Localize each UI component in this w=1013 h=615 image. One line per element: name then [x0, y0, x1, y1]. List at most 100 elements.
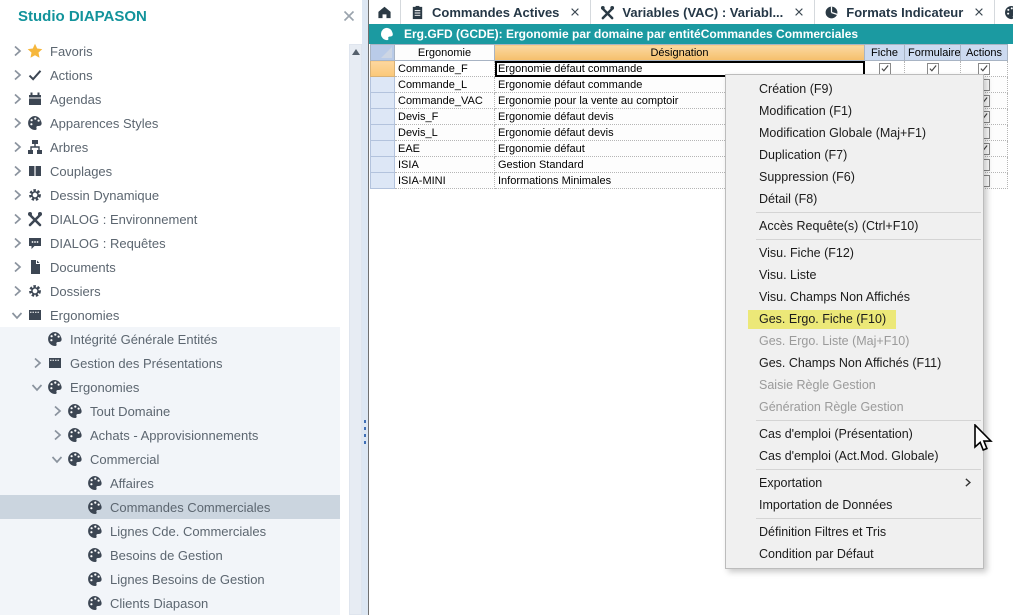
menu-item-duplication-f7[interactable]: Duplication (F7): [726, 144, 983, 166]
sidebar-item-clients-diapason[interactable]: Clients Diapason: [0, 591, 340, 615]
sidebar-item-apparences-styles[interactable]: Apparences Styles: [0, 111, 340, 135]
chevron-right-icon[interactable]: [48, 427, 66, 443]
chevron-down-icon[interactable]: [28, 379, 46, 395]
menu-item-cas-d-emploi-presentation[interactable]: Cas d'emploi (Présentation): [726, 423, 983, 445]
fiche-checkbox[interactable]: [879, 63, 891, 75]
sidebar-close-icon[interactable]: [341, 8, 357, 24]
row-selector-cell[interactable]: [371, 109, 395, 125]
column-header-designation[interactable]: Désignation: [495, 45, 865, 61]
menu-item-exportation[interactable]: Exportation: [726, 472, 983, 494]
menu-item-ges-champs-non-affiches-f11[interactable]: Ges. Champs Non Affichés (F11): [726, 352, 983, 374]
formulaire-checkbox[interactable]: [927, 63, 939, 75]
tab-variables-vac-variabl[interactable]: Variables (VAC) : Variabl...: [591, 0, 815, 24]
menu-item-creation-f9[interactable]: Création (F9): [726, 78, 983, 100]
menu-item-importation-de-donnees[interactable]: Importation de Données: [726, 494, 983, 516]
row-selector-cell[interactable]: [371, 157, 395, 173]
chevron-right-icon[interactable]: [8, 115, 26, 131]
ergonomie-cell[interactable]: Commande_F: [395, 61, 495, 77]
chevron-right-icon[interactable]: [8, 235, 26, 251]
ergonomie-cell[interactable]: ISIA-MINI: [395, 173, 495, 189]
chevron-right-icon[interactable]: [8, 259, 26, 275]
tab-home[interactable]: [369, 0, 401, 24]
chevron-down-icon[interactable]: [8, 307, 26, 323]
sidebar-item-ergonomies[interactable]: Ergonomies: [0, 375, 340, 399]
menu-separator: [756, 518, 981, 519]
chevron-right-icon[interactable]: [48, 403, 66, 419]
row-selector-cell[interactable]: [371, 173, 395, 189]
scroll-up-icon[interactable]: [352, 49, 360, 55]
row-selector-cell[interactable]: [371, 77, 395, 93]
menu-item-definition-filtres-et-tris[interactable]: Définition Filtres et Tris: [726, 521, 983, 543]
menu-item-modification-f1[interactable]: Modification (F1): [726, 100, 983, 122]
chevron-right-icon[interactable]: [8, 91, 26, 107]
table-header-row: Ergonomie Désignation Fiche Formulaire A…: [371, 45, 1008, 61]
menu-item-cas-d-emploi-act-mod-globale[interactable]: Cas d'emploi (Act.Mod. Globale): [726, 445, 983, 467]
menu-item-detail-f8[interactable]: Détail (F8): [726, 188, 983, 210]
palette-icon: [66, 451, 84, 467]
sidebar-item-lignes-besoins-de-gestion[interactable]: Lignes Besoins de Gestion: [0, 567, 340, 591]
chevron-right-icon[interactable]: [8, 187, 26, 203]
sidebar-item-integrite-generale-entites[interactable]: Intégrité Générale Entités: [0, 327, 340, 351]
chevron-right-icon[interactable]: [8, 139, 26, 155]
check-icon: [26, 67, 44, 83]
sidebar-item-dossiers[interactable]: Dossiers: [0, 279, 340, 303]
sidebar-item-dessin-dynamique[interactable]: Dessin Dynamique: [0, 183, 340, 207]
ergonomie-cell[interactable]: EAE: [395, 141, 495, 157]
menu-item-suppression-f6[interactable]: Suppression (F6): [726, 166, 983, 188]
sidebar-item-ergonomies[interactable]: Ergonomies: [0, 303, 340, 327]
chevron-right-icon[interactable]: [8, 43, 26, 59]
menu-item-acces-requete-s-ctrl-f10[interactable]: Accès Requête(s) (Ctrl+F10): [726, 215, 983, 237]
sidebar-item-gestion-des-presentations[interactable]: Gestion des Présentations: [0, 351, 340, 375]
sidebar-item-besoins-de-gestion[interactable]: Besoins de Gestion: [0, 543, 340, 567]
tree-item-label: Couplages: [50, 163, 112, 179]
row-selector-cell[interactable]: [371, 93, 395, 109]
sidebar-item-dialog-requetes[interactable]: DIALOG : Requêtes: [0, 231, 340, 255]
tab-formats-indicateur[interactable]: Formats Indicateur: [815, 0, 995, 24]
chevron-down-icon[interactable]: [48, 451, 66, 467]
column-header-actions[interactable]: Actions: [961, 45, 1008, 61]
menu-item-ges-ergo-fiche-f10[interactable]: Ges. Ergo. Fiche (F10): [726, 308, 983, 330]
menu-item-modification-globale-maj-f1[interactable]: Modification Globale (Maj+F1): [726, 122, 983, 144]
tab-commandes-actives[interactable]: Commandes Actives: [401, 0, 591, 24]
chevron-right-icon[interactable]: [8, 283, 26, 299]
chevron-right-icon[interactable]: [8, 211, 26, 227]
menu-item-visu-liste[interactable]: Visu. Liste: [726, 264, 983, 286]
sidebar-item-achats-approvisionnements[interactable]: Achats - Approvisionnements: [0, 423, 340, 447]
ergonomie-cell[interactable]: Commande_L: [395, 77, 495, 93]
ergonomie-cell[interactable]: ISIA: [395, 157, 495, 173]
sidebar-item-favoris[interactable]: Favoris: [0, 39, 340, 63]
ergonomie-cell[interactable]: Devis_L: [395, 125, 495, 141]
sidebar-item-agendas[interactable]: Agendas: [0, 87, 340, 111]
menu-item-condition-par-defaut[interactable]: Condition par Défaut: [726, 543, 983, 565]
sidebar-item-lignes-cde-commerciales[interactable]: Lignes Cde. Commerciales: [0, 519, 340, 543]
tab-integrite[interactable]: Intégrité: [995, 0, 1013, 24]
ergonomie-cell[interactable]: Commande_VAC: [395, 93, 495, 109]
chevron-right-icon[interactable]: [28, 355, 46, 371]
menu-item-visu-champs-non-affiches[interactable]: Visu. Champs Non Affichés: [726, 286, 983, 308]
column-header-fiche[interactable]: Fiche: [865, 45, 905, 61]
column-header-formulaire[interactable]: Formulaire: [905, 45, 961, 61]
sidebar-item-actions[interactable]: Actions: [0, 63, 340, 87]
ergonomie-cell[interactable]: Devis_F: [395, 109, 495, 125]
tab-close-icon[interactable]: [793, 6, 805, 18]
sidebar-item-arbres[interactable]: Arbres: [0, 135, 340, 159]
chevron-right-icon[interactable]: [8, 67, 26, 83]
sidebar-item-couplages[interactable]: Couplages: [0, 159, 340, 183]
sidebar-item-affaires[interactable]: Affaires: [0, 471, 340, 495]
row-selector-cell[interactable]: [371, 61, 395, 77]
tab-close-icon[interactable]: [973, 6, 985, 18]
actions-checkbox[interactable]: [978, 63, 990, 75]
row-selector-cell[interactable]: [371, 125, 395, 141]
column-header-ergonomie[interactable]: Ergonomie: [395, 45, 495, 61]
chevron-right-icon[interactable]: [8, 163, 26, 179]
menu-item-visu-fiche-f12[interactable]: Visu. Fiche (F12): [726, 242, 983, 264]
sidebar-item-dialog-environnement[interactable]: DIALOG : Environnement: [0, 207, 340, 231]
sidebar-item-commercial[interactable]: Commercial: [0, 447, 340, 471]
row-selector-cell[interactable]: [371, 141, 395, 157]
sidebar-item-tout-domaine[interactable]: Tout Domaine: [0, 399, 340, 423]
sidebar-scrollbar[interactable]: [349, 44, 362, 615]
sidebar-item-commandes-commerciales[interactable]: Commandes Commerciales: [0, 495, 340, 519]
tab-close-icon[interactable]: [569, 6, 581, 18]
sidebar-item-documents[interactable]: Documents: [0, 255, 340, 279]
table-corner-cell[interactable]: [371, 45, 395, 61]
